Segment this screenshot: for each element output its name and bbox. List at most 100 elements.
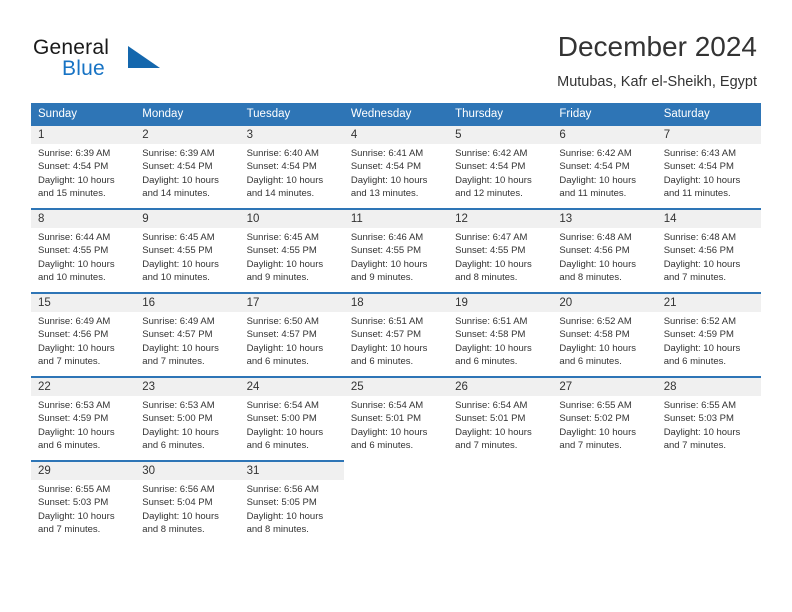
day-number-strip: 15 [31,294,136,312]
day-info: Sunrise: 6:53 AM Sunset: 5:00 PM Daylight:… [135,396,239,453]
daylight-duration-line2: and 7 minutes. [38,356,101,368]
calendar-week-row: 8 Sunrise: 6:44 AM Sunset: 4:55 PM Daylight… [31,208,761,292]
daylight-duration-line1: Daylight: 10 hours [350,426,428,438]
sunrise-time: Sunrise: 6:53 AM [38,400,111,411]
day-number: 26 [455,381,468,393]
calendar-cell: 1 Sunrise: 6:39 AM Sunset: 4:54 PM Daylight… [31,124,136,208]
calendar-cell: 8 Sunrise: 6:44 AM Sunset: 4:55 PM Daylight… [31,208,136,292]
calendar-day-3[interactable]: 3 Sunrise: 6:40 AM Sunset: 4:54 PM Daylight… [239,124,344,208]
daylight-duration-line1: Daylight: 10 hours [142,174,219,186]
daylight-duration-line2: and 6 minutes. [559,356,622,368]
calendar-cell: 26 Sunrise: 6:54 AM Sunset: 5:01 PM Dayligh… [448,376,553,460]
calendar-page: General Blue December 2024 Mutubas, Kafr… [0,0,792,612]
sunrise-time: Sunrise: 6:54 AM [455,400,528,411]
daylight-duration-line2: and 12 minutes. [455,188,523,200]
calendar-cell: 9 Sunrise: 6:45 AM Sunset: 4:55 PM Daylight… [135,208,240,292]
calendar-day-9[interactable]: 9 Sunrise: 6:45 AM Sunset: 4:55 PM Daylight… [135,208,240,292]
day-info: Sunrise: 6:49 AM Sunset: 4:57 PM Daylight:… [135,312,239,369]
sunrise-time: Sunrise: 6:56 AM [142,484,215,495]
calendar-day-14[interactable]: 14 Sunrise: 6:48 AM Sunset: 4:56 PM Dayligh… [656,208,761,292]
daylight-duration-line2: and 8 minutes. [246,524,309,536]
calendar-day-25[interactable]: 25 Sunrise: 6:54 AM Sunset: 5:01 PM Dayligh… [343,376,449,460]
daylight-duration-line1: Daylight: 10 hours [455,426,532,438]
calendar-day-22[interactable]: 22 Sunrise: 6:53 AM Sunset: 4:59 PM Dayligh… [31,376,136,460]
calendar-day-23[interactable]: 23 Sunrise: 6:53 AM Sunset: 5:00 PM Dayligh… [135,376,240,460]
calendar-day-19[interactable]: 19 Sunrise: 6:51 AM Sunset: 4:58 PM Dayligh… [448,292,553,376]
page-title: December 2024 [557,31,757,62]
daylight-duration-line1: Daylight: 10 hours [38,510,115,522]
calendar-day-8[interactable]: 8 Sunrise: 6:44 AM Sunset: 4:55 PM Daylight… [31,208,136,292]
day-number: 3 [246,129,253,141]
calendar-cell: 22 Sunrise: 6:53 AM Sunset: 4:59 PM Dayligh… [31,376,136,460]
calendar-day-24[interactable]: 24 Sunrise: 6:54 AM Sunset: 5:00 PM Dayligh… [239,376,344,460]
calendar-day-28[interactable]: 28 Sunrise: 6:55 AM Sunset: 5:03 PM Dayligh… [656,376,761,460]
daylight-duration-line2: and 7 minutes. [663,272,727,284]
daylight-duration-line1: Daylight: 10 hours [350,174,428,186]
calendar-day-1[interactable]: 1 Sunrise: 6:39 AM Sunset: 4:54 PM Daylight… [31,124,136,208]
brand-logo[interactable]: General Blue [33,36,263,86]
sunset-time: Sunset: 4:55 PM [142,245,213,257]
sunset-time: Sunset: 4:59 PM [663,329,734,341]
calendar-day-4[interactable]: 4 Sunrise: 6:41 AM Sunset: 4:54 PM Daylight… [343,124,449,208]
daylight-duration-line2: and 11 minutes. [663,188,731,200]
calendar-day-empty [344,460,448,544]
day-info: Sunrise: 6:48 AM Sunset: 4:56 PM Daylight:… [552,228,656,285]
sunrise-time: Sunrise: 6:47 AM [455,232,528,243]
day-info: Sunrise: 6:52 AM Sunset: 4:58 PM Daylight:… [552,312,656,369]
calendar-day-16[interactable]: 16 Sunrise: 6:49 AM Sunset: 4:57 PM Dayligh… [135,292,240,376]
calendar-day-30[interactable]: 30 Sunrise: 6:56 AM Sunset: 5:04 PM Dayligh… [135,460,240,544]
sunrise-time: Sunrise: 6:39 AM [38,148,111,159]
calendar-day-31[interactable]: 31 Sunrise: 6:56 AM Sunset: 5:05 PM Dayligh… [239,460,344,544]
calendar-cell: 21 Sunrise: 6:52 AM Sunset: 4:59 PM Dayligh… [656,292,761,376]
calendar-day-29[interactable]: 29 Sunrise: 6:55 AM Sunset: 5:03 PM Dayligh… [31,460,136,544]
calendar-day-17[interactable]: 17 Sunrise: 6:50 AM Sunset: 4:57 PM Dayligh… [239,292,344,376]
day-number-strip: 24 [239,378,344,396]
calendar-week-row: 15 Sunrise: 6:49 AM Sunset: 4:56 PM Dayligh… [31,292,761,376]
day-number-strip: 23 [135,378,240,396]
calendar-day-12[interactable]: 12 Sunrise: 6:47 AM Sunset: 4:55 PM Dayligh… [448,208,553,292]
day-number: 7 [663,129,671,141]
sunset-time: Sunset: 4:54 PM [246,161,317,173]
day-number-strip: 7 [656,126,761,144]
calendar-day-26[interactable]: 26 Sunrise: 6:54 AM Sunset: 5:01 PM Dayligh… [448,376,553,460]
calendar-day-5[interactable]: 5 Sunrise: 6:42 AM Sunset: 4:54 PM Daylight… [448,124,553,208]
calendar-cell: 5 Sunrise: 6:42 AM Sunset: 4:54 PM Daylight… [448,124,553,208]
calendar-day-21[interactable]: 21 Sunrise: 6:52 AM Sunset: 4:59 PM Dayligh… [656,292,761,376]
calendar-day-10[interactable]: 10 Sunrise: 6:45 AM Sunset: 4:55 PM Dayligh… [239,208,344,292]
daylight-duration-line2: and 11 minutes. [559,188,627,200]
weekday-header-thursday: Thursday [448,103,553,124]
brand-name-blue: Blue [62,57,105,80]
daylight-duration-line2: and 6 minutes. [663,356,727,368]
calendar-day-6[interactable]: 6 Sunrise: 6:42 AM Sunset: 4:54 PM Daylight… [552,124,657,208]
calendar-cell: 16 Sunrise: 6:49 AM Sunset: 4:57 PM Dayligh… [135,292,240,376]
sunset-time: Sunset: 5:05 PM [246,497,317,509]
day-number-strip: 25 [343,378,449,396]
day-number: 15 [38,297,51,309]
sunrise-time: Sunrise: 6:54 AM [350,400,424,411]
sunset-time: Sunset: 4:56 PM [559,245,630,257]
daylight-duration-line1: Daylight: 10 hours [38,174,115,186]
calendar-day-13[interactable]: 13 Sunrise: 6:48 AM Sunset: 4:56 PM Dayligh… [552,208,657,292]
calendar-day-2[interactable]: 2 Sunrise: 6:39 AM Sunset: 4:54 PM Daylight… [135,124,240,208]
calendar-day-27[interactable]: 27 Sunrise: 6:55 AM Sunset: 5:02 PM Dayligh… [552,376,657,460]
sunrise-time: Sunrise: 6:54 AM [246,400,319,411]
sunset-time: Sunset: 4:58 PM [455,329,526,341]
day-info: Sunrise: 6:52 AM Sunset: 4:59 PM Daylight:… [657,312,761,369]
calendar-day-7[interactable]: 7 Sunrise: 6:43 AM Sunset: 4:54 PM Daylight… [656,124,761,208]
daylight-duration-line1: Daylight: 10 hours [455,174,532,186]
calendar-day-11[interactable]: 11 Sunrise: 6:46 AM Sunset: 4:55 PM Dayligh… [343,208,449,292]
daylight-duration-line1: Daylight: 10 hours [38,342,115,354]
daylight-duration-line2: and 15 minutes. [38,188,106,200]
calendar-day-18[interactable]: 18 Sunrise: 6:51 AM Sunset: 4:57 PM Dayligh… [343,292,449,376]
day-number: 19 [455,297,468,309]
weekday-header-wednesday: Wednesday [343,103,449,124]
day-number: 8 [38,213,45,225]
calendar-cell: 23 Sunrise: 6:53 AM Sunset: 5:00 PM Dayligh… [135,376,240,460]
sunset-time: Sunset: 4:55 PM [350,245,422,257]
sunrise-time: Sunrise: 6:55 AM [663,400,737,411]
daylight-duration-line2: and 6 minutes. [246,440,309,452]
calendar-day-15[interactable]: 15 Sunrise: 6:49 AM Sunset: 4:56 PM Dayligh… [31,292,136,376]
calendar-day-20[interactable]: 20 Sunrise: 6:52 AM Sunset: 4:58 PM Dayligh… [552,292,657,376]
daylight-duration-line2: and 7 minutes. [38,524,101,536]
day-number: 6 [559,129,566,141]
